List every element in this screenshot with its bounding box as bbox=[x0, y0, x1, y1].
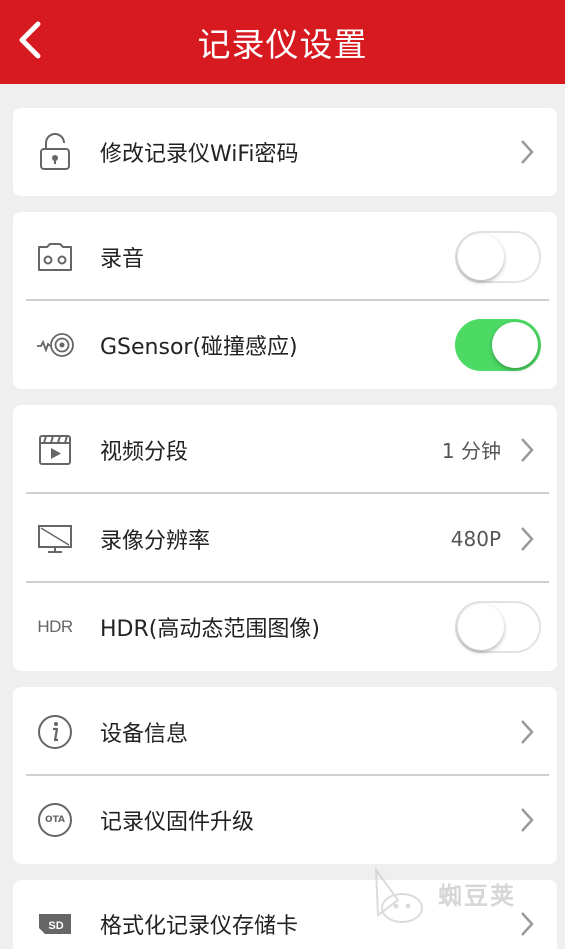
row-hdr: HDR HDR(高动态范围图像) bbox=[13, 583, 557, 671]
settings-group-video: 视频分段 1 分钟 录像分辨率 480P HDR HDR(高动态范围图像) bbox=[13, 405, 557, 671]
chevron-right-icon bbox=[521, 140, 534, 164]
sd-card-icon-text: SD bbox=[48, 920, 63, 932]
row-value: 1 分钟 bbox=[441, 439, 501, 463]
row-change-wifi-password[interactable]: 修改记录仪WiFi密码 bbox=[13, 108, 557, 196]
row-video-segment[interactable]: 视频分段 1 分钟 bbox=[13, 405, 557, 494]
sd-card-icon: SD bbox=[35, 904, 75, 944]
back-button[interactable] bbox=[10, 18, 50, 62]
chevron-right-icon bbox=[521, 808, 534, 832]
ota-icon: OTA bbox=[35, 800, 75, 840]
row-label: GSensor(碰撞感应) bbox=[100, 335, 298, 360]
lock-icon bbox=[35, 132, 75, 172]
row-gsensor: GSensor(碰撞感应) bbox=[13, 301, 557, 389]
toggle-knob bbox=[492, 322, 538, 368]
chevron-right-icon bbox=[521, 526, 534, 551]
settings-group-device: 设备信息 OTA 记录仪固件升级 bbox=[13, 687, 557, 864]
toggle-knob bbox=[458, 233, 504, 280]
hdr-toggle[interactable] bbox=[455, 601, 541, 653]
row-label: 记录仪固件升级 bbox=[100, 810, 255, 835]
row-firmware-upgrade[interactable]: OTA 记录仪固件升级 bbox=[13, 776, 557, 864]
hdr-icon-text: HDR bbox=[37, 617, 73, 636]
cassette-icon bbox=[35, 237, 75, 277]
row-label: 设备信息 bbox=[100, 721, 189, 747]
clapperboard-icon bbox=[35, 430, 75, 470]
row-label: 视频分段 bbox=[100, 439, 189, 465]
row-value: 480P bbox=[450, 526, 501, 551]
watermark-text: 蜘豆荚 bbox=[438, 882, 516, 910]
audio-recording-toggle[interactable] bbox=[455, 230, 541, 283]
watermark: 蜘豆荚 bbox=[368, 860, 558, 930]
row-label: 录音 bbox=[100, 246, 145, 272]
row-video-resolution[interactable]: 录像分辨率 480P bbox=[13, 494, 557, 583]
row-label: 格式化记录仪存储卡 bbox=[100, 914, 299, 939]
row-label: HDR(高动态范围图像) bbox=[100, 617, 320, 642]
watermark-logo bbox=[374, 866, 423, 923]
row-device-info[interactable]: 设备信息 bbox=[13, 687, 557, 776]
top-bar: 记录仪设置 bbox=[0, 0, 565, 84]
row-label: 录像分辨率 bbox=[100, 528, 211, 554]
chevron-right-icon bbox=[521, 437, 534, 462]
chevron-right-icon bbox=[521, 719, 534, 744]
row-label: 修改记录仪WiFi密码 bbox=[100, 142, 299, 167]
settings-group-wifi: 修改记录仪WiFi密码 bbox=[13, 108, 557, 196]
page-title: 记录仪设置 bbox=[197, 25, 368, 64]
settings-group-recording: 录音 GSensor(碰撞感应) bbox=[13, 212, 557, 389]
hdr-icon: HDR bbox=[35, 607, 75, 647]
monitor-icon bbox=[35, 519, 75, 559]
row-audio-recording: 录音 bbox=[13, 212, 557, 301]
info-icon bbox=[35, 712, 75, 752]
ota-icon-text: OTA bbox=[38, 803, 72, 837]
gsensor-toggle[interactable] bbox=[455, 319, 541, 371]
toggle-knob bbox=[458, 604, 504, 650]
gsensor-icon bbox=[35, 325, 75, 365]
chevron-left-icon bbox=[19, 21, 41, 59]
